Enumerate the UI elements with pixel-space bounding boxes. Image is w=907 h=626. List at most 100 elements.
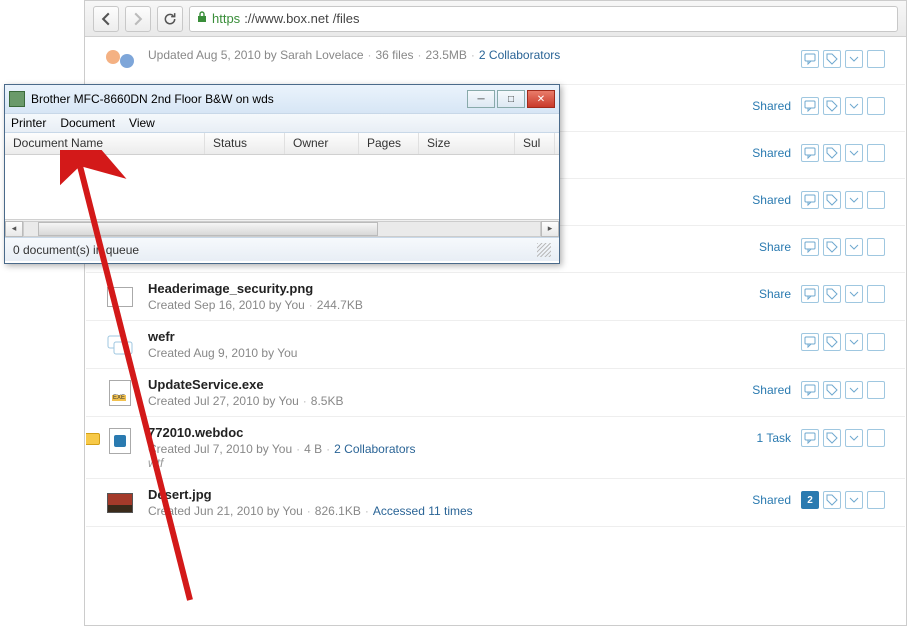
tag-icon[interactable] [823,191,841,209]
file-row[interactable]: Desert.jpgCreated Jun 21, 2010 by You·82… [86,479,905,527]
tag-icon[interactable] [823,238,841,256]
dropdown-icon[interactable] [845,50,863,68]
checkbox-icon[interactable] [867,285,885,303]
file-icon [106,48,134,76]
tag-icon[interactable] [823,97,841,115]
share-status[interactable]: Share [747,287,791,301]
share-status[interactable]: Shared [747,193,791,207]
browser-toolbar: https://www.box.net/files [85,1,906,37]
file-actions [801,381,885,399]
printer-icon [9,91,25,107]
dropdown-icon[interactable] [845,238,863,256]
resize-grip[interactable] [537,243,551,257]
tag-icon[interactable] [823,285,841,303]
file-actions [801,285,885,303]
dropdown-icon[interactable] [845,285,863,303]
column-header[interactable]: Sul [515,133,555,154]
menu-document[interactable]: Document [60,116,115,130]
scroll-left-button[interactable]: ◂ [5,221,23,237]
file-row[interactable]: Headerimage_security.png Created Sep 16, … [86,273,905,321]
minimize-button[interactable]: ─ [467,90,495,108]
share-status[interactable]: Shared [747,99,791,113]
checkbox-icon[interactable] [867,429,885,447]
checkbox-icon[interactable] [867,333,885,351]
dropdown-icon[interactable] [845,97,863,115]
meta-link[interactable]: 2 Collaborators [334,442,415,456]
dropdown-icon[interactable] [845,333,863,351]
column-header[interactable]: Size [419,133,515,154]
file-row[interactable]: UpdateService.exeCreated Jul 27, 2010 by… [86,369,905,417]
file-actions [801,429,885,447]
url-scheme: https [212,11,240,26]
checkbox-icon[interactable] [867,491,885,509]
scroll-thumb[interactable] [38,222,378,236]
comment-icon[interactable] [801,381,819,399]
dropdown-icon[interactable] [845,144,863,162]
maximize-button[interactable]: □ [497,90,525,108]
file-meta: Created Sep 16, 2010 by You·244.7KB [148,298,737,312]
file-icon [106,379,134,407]
printer-titlebar[interactable]: Brother MFC-8660DN 2nd Floor B&W on wds … [5,85,559,113]
printer-menubar: Printer Document View [5,113,559,133]
reload-button[interactable] [157,6,183,32]
checkbox-icon[interactable] [867,97,885,115]
share-status[interactable]: 1 Task [747,431,791,445]
file-icon [106,283,134,311]
meta-link[interactable]: 2 Collaborators [479,48,560,62]
checkbox-icon[interactable] [867,238,885,256]
scroll-track[interactable] [23,221,541,237]
column-header[interactable]: Document Name [5,133,205,154]
comment-icon[interactable] [801,238,819,256]
column-header[interactable]: Status [205,133,285,154]
address-bar[interactable]: https://www.box.net/files [189,6,898,32]
file-title: Headerimage_security.png [148,281,737,296]
menu-printer[interactable]: Printer [11,116,46,130]
checkbox-icon[interactable] [867,191,885,209]
comment-icon[interactable] [801,97,819,115]
forward-button[interactable] [125,6,151,32]
scroll-right-button[interactable]: ▸ [541,221,559,237]
tag-icon[interactable] [823,429,841,447]
share-status[interactable]: Shared [747,146,791,160]
comment-icon[interactable] [801,191,819,209]
file-comment: wtf [148,456,163,470]
file-meta: Created Jul 27, 2010 by You·8.5KB [148,394,737,408]
dropdown-icon[interactable] [845,491,863,509]
file-row[interactable]: 772010.webdocCreated Jul 7, 2010 by You·… [86,417,905,479]
share-status[interactable]: Share [747,240,791,254]
file-actions: 2 [801,491,885,509]
file-actions [801,97,885,115]
comment-icon[interactable] [801,285,819,303]
url-path: /files [333,11,360,26]
file-row[interactable]: wefrCreated Aug 9, 2010 by You [86,321,905,369]
file-actions [801,191,885,209]
comment-icon[interactable] [801,50,819,68]
close-button[interactable]: ✕ [527,90,555,108]
printer-hscroll[interactable]: ◂ ▸ [5,219,559,237]
column-header[interactable]: Pages [359,133,419,154]
printer-statusbar: 0 document(s) in queue [5,237,559,261]
printer-status-text: 0 document(s) in queue [13,243,139,257]
tag-icon[interactable] [823,381,841,399]
tag-icon[interactable] [823,333,841,351]
checkbox-icon[interactable] [867,381,885,399]
comment-icon[interactable] [801,144,819,162]
tag-icon[interactable] [823,50,841,68]
dropdown-icon[interactable] [845,191,863,209]
back-button[interactable] [93,6,119,32]
dropdown-icon[interactable] [845,429,863,447]
column-header[interactable]: Owner [285,133,359,154]
dropdown-icon[interactable] [845,381,863,399]
file-row[interactable]: Updated Aug 5, 2010 by Sarah Lovelace·36… [86,38,905,85]
comment-count-badge[interactable]: 2 [801,491,819,509]
share-status[interactable]: Shared [747,383,791,397]
comment-icon[interactable] [801,333,819,351]
menu-view[interactable]: View [129,116,155,130]
checkbox-icon[interactable] [867,144,885,162]
checkbox-icon[interactable] [867,50,885,68]
meta-link[interactable]: Accessed 11 times [373,504,473,518]
tag-icon[interactable] [823,144,841,162]
share-status[interactable]: Shared [747,493,791,507]
tag-icon[interactable] [823,491,841,509]
comment-icon[interactable] [801,429,819,447]
